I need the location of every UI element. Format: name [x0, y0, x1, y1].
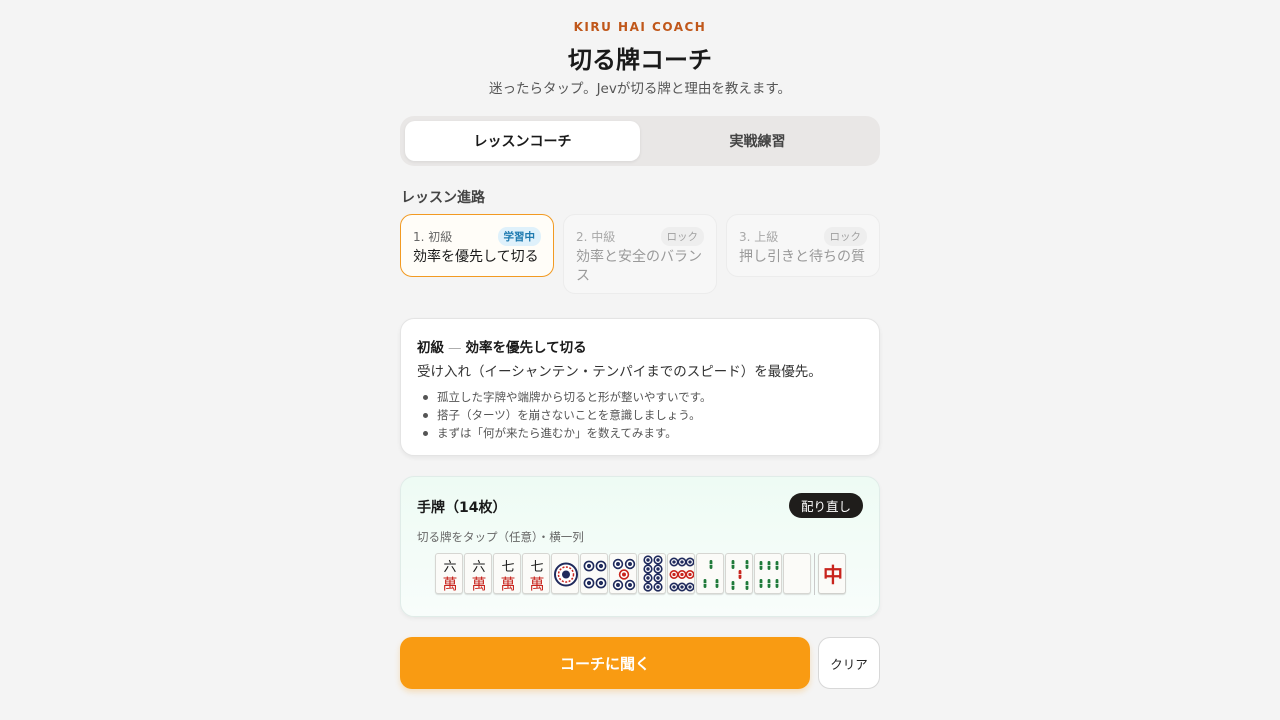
svg-text:萬: 萬	[529, 575, 544, 593]
6-sou-tile[interactable]	[754, 553, 782, 594]
lesson-tip: 搭子（ターツ）を崩さないことを意識しましょう。	[417, 407, 863, 425]
hand-hint: 切る牌をタップ（任意）・横一列	[417, 530, 584, 544]
5-sou-tile-face	[731, 560, 749, 590]
lesson-tips: 孤立した字牌や端牌から切ると形が整いやすいです。 搭子（ターツ）を崩さないことを…	[417, 389, 863, 443]
app-eyebrow: KIRU HAI COACH	[573, 20, 707, 34]
7-man-tile-face: 七萬	[529, 560, 544, 593]
svg-text:萬: 萬	[471, 575, 486, 593]
tab-practice[interactable]: 実戦練習	[640, 121, 875, 161]
app-root: KIRU HAI COACH 切る牌コーチ 迷ったらタップ。Jevが切る牌と理由…	[0, 0, 1280, 720]
lock-badge: ロック	[823, 226, 867, 246]
5-pin-tile-face	[612, 558, 636, 591]
svg-text:中: 中	[823, 563, 843, 587]
svg-text:七: 七	[530, 560, 543, 575]
lesson-description: 受け入れ（イーシャンテン・テンパイまでのスピード）を最優先。	[417, 364, 822, 380]
step-number: 3. 上級	[739, 229, 779, 244]
svg-text:六: 六	[472, 560, 485, 575]
hand-card: 手牌（14枚） 配り直し 切る牌をタップ（任意）・横一列 六萬六萬七萬七萬中	[400, 476, 880, 617]
1-pin-tile-face	[554, 562, 578, 587]
6-man-tile[interactable]: 六萬	[435, 553, 463, 594]
step-name: 効率と安全のバランス	[576, 249, 702, 284]
hand-tiles: 六萬六萬七萬七萬中	[435, 553, 855, 595]
mode-tabs: レッスンコーチ 実戦練習	[400, 116, 880, 166]
4-pin-tile-face	[583, 560, 607, 589]
step-name: 効率を優先して切る	[413, 249, 539, 265]
lesson-path-label: レッスン進路	[401, 190, 485, 206]
lesson-level: 初級	[417, 340, 444, 356]
step-number: 2. 中級	[576, 229, 616, 244]
drawn-tile-divider	[814, 553, 815, 595]
svg-text:萬: 萬	[500, 575, 515, 593]
lock-badge: ロック	[660, 226, 704, 246]
red-dragon-tile[interactable]: 中	[818, 553, 846, 594]
9-pin-tile[interactable]	[667, 553, 695, 594]
lesson-tip: まずは「何が来たら進むか」を数えてみます。	[417, 425, 863, 443]
lesson-steps: 1. 初級 学習中 効率を優先して切る 2. 中級 ロック 効率と安全のバランス…	[400, 214, 880, 296]
lesson-heading: 初級 — 効率を優先して切る	[417, 336, 863, 356]
tab-lesson-coach[interactable]: レッスンコーチ	[405, 121, 640, 161]
6-man-tile-face: 六萬	[471, 560, 486, 593]
7-man-tile[interactable]: 七萬	[522, 553, 550, 594]
4-pin-tile[interactable]	[580, 553, 608, 594]
svg-text:七: 七	[501, 560, 514, 575]
7-man-tile[interactable]: 七萬	[493, 553, 521, 594]
3-sou-tile-face	[703, 560, 719, 588]
7-man-tile-face: 七萬	[500, 560, 515, 593]
lesson-step-advanced[interactable]: 3. 上級 ロック 押し引きと待ちの質	[726, 214, 880, 277]
6-man-tile[interactable]: 六萬	[464, 553, 492, 594]
lesson-topic: 効率を優先して切る	[465, 340, 587, 356]
page-subtitle: 迷ったらタップ。Jevが切る牌と理由を教えます。	[488, 81, 792, 97]
step-name: 押し引きと待ちの質	[739, 249, 865, 265]
status-badge: 学習中	[497, 226, 541, 246]
clear-button[interactable]: クリア	[818, 637, 880, 689]
8-pin-tile[interactable]	[638, 553, 666, 594]
step-number: 1. 初級	[413, 229, 453, 244]
svg-text:萬: 萬	[442, 575, 457, 593]
lesson-tip: 孤立した字牌や端牌から切ると形が整いやすいです。	[417, 389, 863, 407]
5-sou-tile[interactable]	[725, 553, 753, 594]
white-dragon-tile[interactable]	[783, 553, 811, 594]
9-pin-tile-face	[669, 557, 694, 592]
6-sou-tile-face	[759, 561, 779, 588]
white-dragon-tile-face	[784, 554, 811, 594]
3-sou-tile[interactable]	[696, 553, 724, 594]
page-title: 切る牌コーチ	[568, 46, 712, 74]
8-pin-tile-face	[643, 555, 663, 592]
redeal-button[interactable]: 配り直し	[788, 493, 863, 518]
lesson-step-intermediate[interactable]: 2. 中級 ロック 効率と安全のバランス	[563, 214, 717, 294]
lesson-separator: —	[448, 340, 462, 356]
hand-title: 手牌（14枚）	[417, 500, 507, 516]
ask-coach-button[interactable]: コーチに聞く	[400, 637, 810, 689]
lesson-card: 初級 — 効率を優先して切る 受け入れ（イーシャンテン・テンパイまでのスピード）を最…	[400, 318, 880, 456]
red-dragon-tile-face: 中	[823, 563, 843, 587]
5-pin-tile[interactable]	[609, 553, 637, 594]
lesson-step-beginner[interactable]: 1. 初級 学習中 効率を優先して切る	[400, 214, 554, 277]
svg-text:六: 六	[443, 560, 456, 575]
6-man-tile-face: 六萬	[442, 560, 457, 593]
1-pin-tile[interactable]	[551, 553, 579, 594]
